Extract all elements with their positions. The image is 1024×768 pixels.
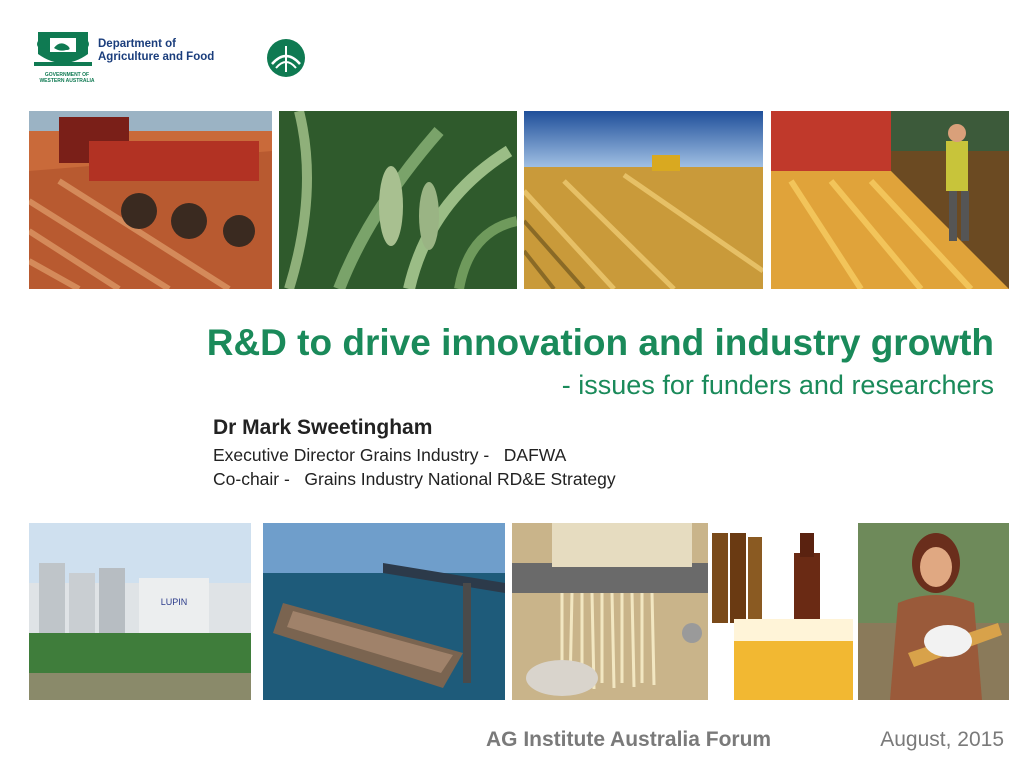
wheat-crop-photo	[279, 111, 517, 289]
event-name: AG Institute Australia Forum	[486, 728, 772, 751]
noodle-making-photo	[512, 523, 708, 700]
slide-subtitle: - issues for funders and researchers	[561, 370, 994, 400]
grain-unloading-photo	[771, 111, 1009, 289]
grains-round-logo	[266, 38, 306, 78]
beer-bottles-photo	[708, 523, 853, 700]
grain-ship-port-photo	[263, 523, 505, 700]
grain-processing-plant-photo: LUPIN	[29, 523, 251, 700]
event-date: August, 2015	[880, 728, 1004, 751]
government-label-line2: WESTERN AUSTRALIA	[39, 78, 95, 84]
presenter-role-2: Co-chair - Grains Industry National RD&E…	[213, 469, 616, 489]
presenter-name: Dr Mark Sweetingham	[213, 416, 433, 439]
department-name-line1: Department of	[98, 38, 176, 50]
department-name-line2: Agriculture and Food	[98, 51, 215, 63]
presenter-role-1: Executive Director Grains Industry - DAF…	[213, 445, 567, 465]
tractor-plough-photo	[29, 111, 272, 289]
department-name: Department of Agriculture and Food	[98, 38, 214, 64]
woman-with-bread-photo	[858, 523, 1009, 700]
government-label: GOVERNMENT OF WESTERN AUSTRALIA	[32, 72, 102, 84]
slide-title: R&D to drive innovation and industry gro…	[206, 322, 994, 363]
harvester-field-photo	[524, 111, 763, 289]
lupin-sign-text: LUPIN	[161, 597, 188, 607]
